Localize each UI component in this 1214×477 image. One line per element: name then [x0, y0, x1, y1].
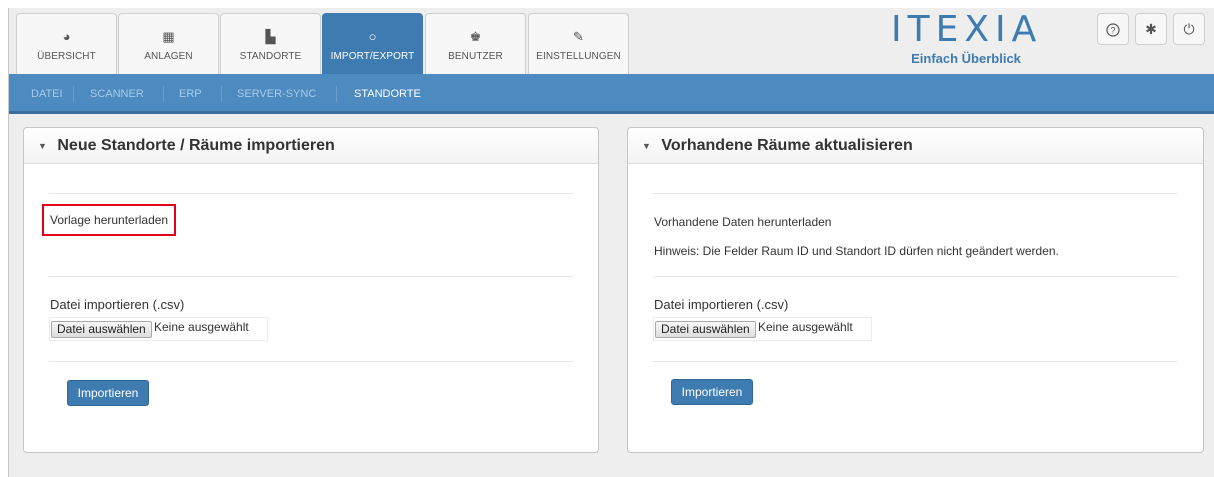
building-icon: ▙	[265, 29, 276, 44]
tab-import-export[interactable]: ○ IMPORT/EXPORT	[322, 13, 423, 74]
subnav-divider	[163, 86, 164, 102]
divider	[49, 361, 573, 362]
tab-anlagen[interactable]: ▦ ANLAGEN	[118, 13, 219, 74]
tab-label: IMPORT/EXPORT	[330, 51, 415, 62]
power-icon: ⏻	[1183, 21, 1195, 37]
highlight-box	[42, 204, 176, 236]
panel-header[interactable]: ▼ Neue Standorte / Räume importieren	[24, 128, 598, 164]
file-input[interactable]: Datei auswählen Keine ausgewählt	[653, 317, 872, 341]
file-status: Keine ausgewählt	[758, 320, 853, 334]
subnav-divider	[221, 86, 222, 102]
hint-text: Hinweis: Die Felder Raum ID und Standort…	[654, 244, 1059, 258]
collapse-caret-icon: ▼	[642, 141, 651, 151]
file-input[interactable]: Datei auswählen Keine ausgewählt	[49, 317, 268, 341]
subnav-standorte[interactable]: STANDORTE	[354, 88, 421, 100]
tab-label: EINSTELLUNGEN	[536, 51, 621, 62]
file-import-label: Datei importieren (.csv)	[50, 297, 185, 312]
user-icon: ♚	[469, 29, 482, 44]
tab-uebersicht[interactable]: ◕ ÜBERSICHT	[16, 13, 117, 74]
panel-title: Vorhandene Räume aktualisieren	[661, 137, 913, 154]
subnav-datei[interactable]: DATEI	[31, 88, 63, 100]
choose-file-button[interactable]: Datei auswählen	[51, 321, 152, 338]
itexia-logo: ITEXIA Einfach Überblick	[891, 9, 1043, 67]
wrench-icon: ✎	[573, 29, 584, 44]
app-frame: ◕ ÜBERSICHT ▦ ANLAGEN ▙ STANDORTE ○ IMPO…	[8, 8, 1214, 477]
subnav-divider	[73, 86, 74, 102]
import-button[interactable]: Importieren	[67, 380, 149, 406]
refresh-icon: ○	[368, 29, 377, 44]
tab-label: STANDORTE	[239, 51, 302, 62]
tab-label: BENUTZER	[448, 51, 503, 62]
tab-einstellungen[interactable]: ✎ EINSTELLUNGEN	[528, 13, 629, 74]
panel-title: Neue Standorte / Räume importieren	[57, 137, 335, 154]
subnav-scanner[interactable]: SCANNER	[90, 88, 144, 100]
tab-label: ANLAGEN	[144, 51, 193, 62]
choose-file-button[interactable]: Datei auswählen	[655, 321, 756, 338]
collapse-caret-icon: ▼	[38, 141, 47, 151]
panel-update-rooms: ▼ Vorhandene Räume aktualisieren Vorhand…	[627, 127, 1204, 453]
divider	[653, 361, 1178, 362]
help-icon: ?	[1106, 21, 1120, 37]
subnav-divider	[336, 86, 337, 102]
divider	[49, 193, 573, 194]
subnav-server-sync[interactable]: SERVER-SYNC	[237, 88, 316, 100]
divider	[653, 193, 1178, 194]
divider	[49, 276, 573, 277]
grid-table-icon: ▦	[162, 29, 175, 44]
file-import-label: Datei importieren (.csv)	[654, 297, 789, 312]
svg-text:?: ?	[1110, 26, 1115, 36]
sub-navigation: DATEI SCANNER ERP SERVER-SYNC STANDORTE	[9, 74, 1214, 114]
top-bar: ◕ ÜBERSICHT ▦ ANLAGEN ▙ STANDORTE ○ IMPO…	[9, 8, 1214, 74]
file-status: Keine ausgewählt	[154, 320, 249, 334]
subnav-erp[interactable]: ERP	[179, 88, 202, 100]
tab-standorte[interactable]: ▙ STANDORTE	[220, 13, 321, 74]
divider	[653, 276, 1178, 277]
logout-button[interactable]: ⏻	[1173, 13, 1205, 45]
pie-chart-icon: ◕	[62, 29, 71, 44]
gear-icon: ✱	[1145, 21, 1157, 37]
logo-tagline: Einfach Überblick	[911, 51, 1021, 66]
download-existing-link[interactable]: Vorhandene Daten herunterladen	[654, 215, 831, 229]
settings-button[interactable]: ✱	[1135, 13, 1167, 45]
panel-header[interactable]: ▼ Vorhandene Räume aktualisieren	[628, 128, 1203, 164]
panel-new-locations: ▼ Neue Standorte / Räume importieren Vor…	[23, 127, 599, 453]
tab-label: ÜBERSICHT	[37, 51, 96, 62]
logo-wordmark: ITEXIA	[891, 9, 1043, 50]
tab-benutzer[interactable]: ♚ BENUTZER	[425, 13, 526, 74]
help-button[interactable]: ?	[1097, 13, 1129, 45]
import-button[interactable]: Importieren	[671, 379, 753, 405]
